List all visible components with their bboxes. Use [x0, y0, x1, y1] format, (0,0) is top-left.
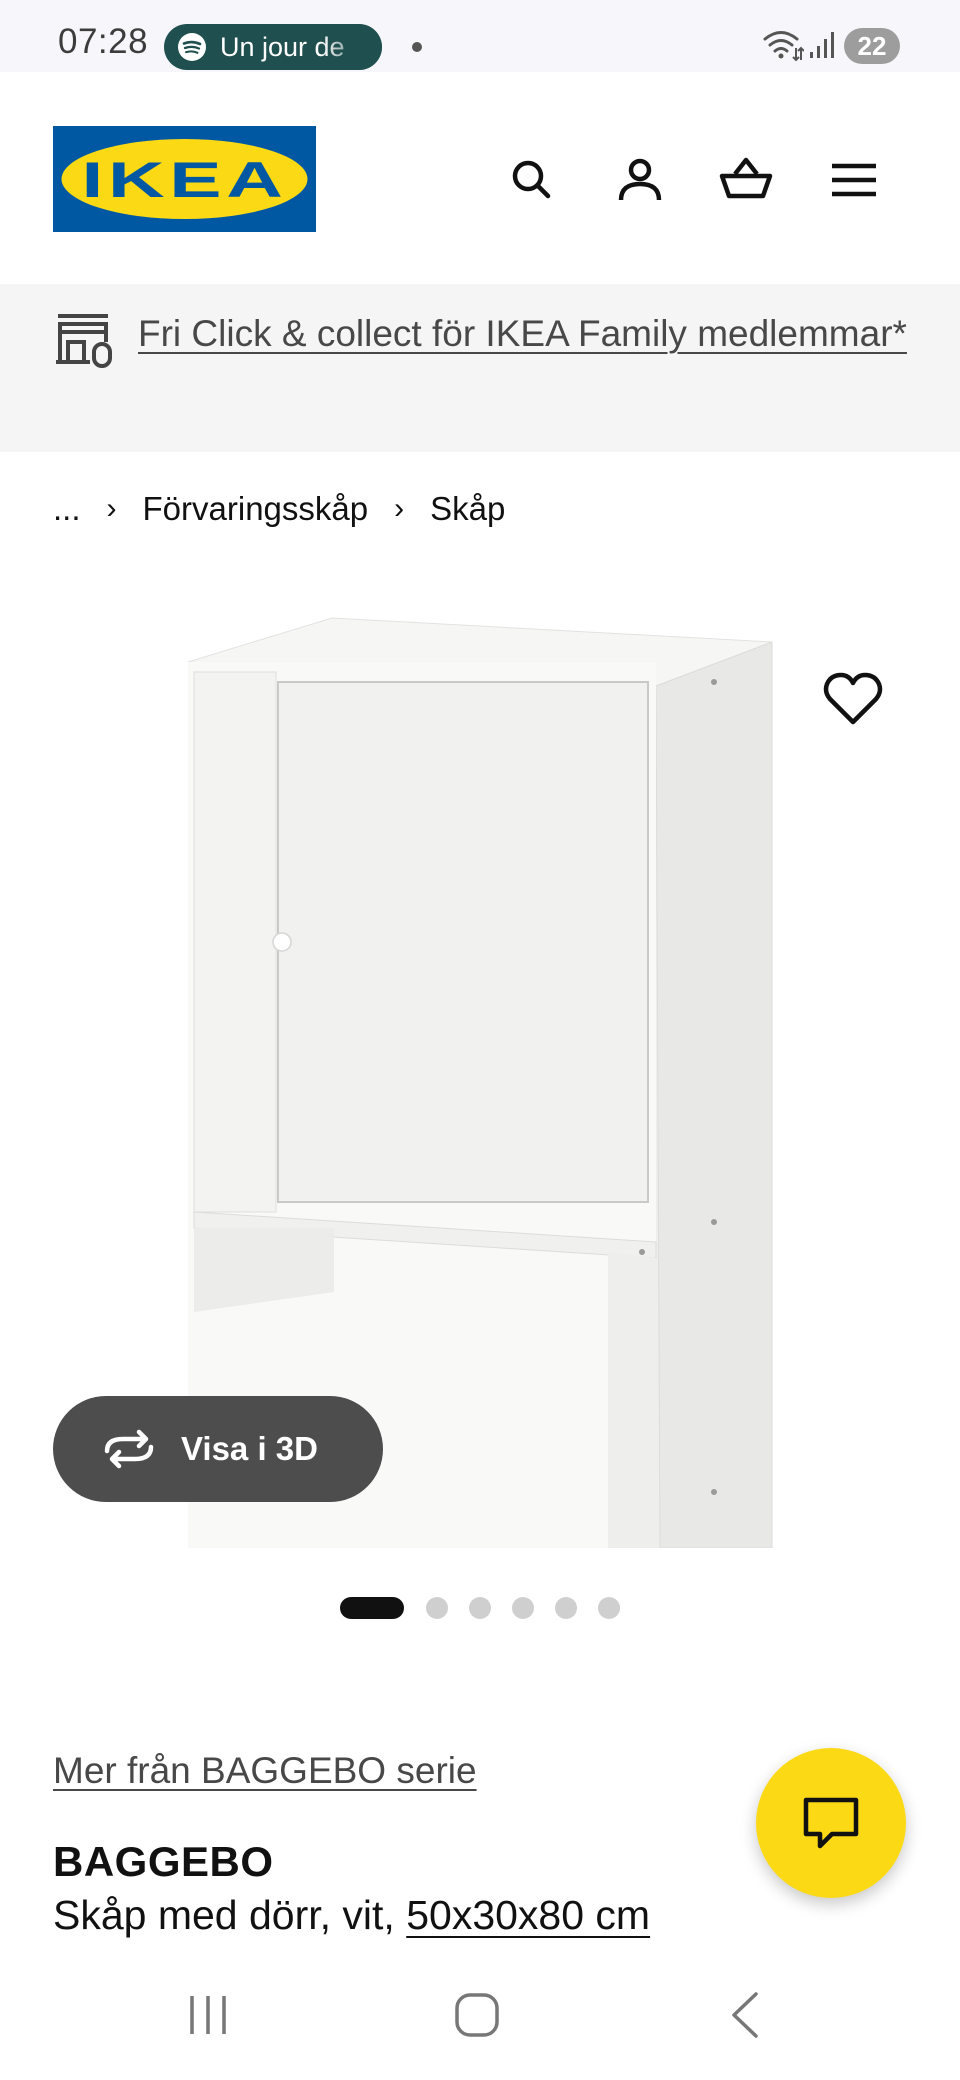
media-playback-pill[interactable]: Un jour de	[164, 24, 382, 70]
promo-banner: Fri Click & collect för IKEA Family medl…	[0, 284, 960, 452]
view-3d-button[interactable]: Visa i 3D	[53, 1396, 383, 1502]
svg-text:IKEA: IKEA	[82, 152, 288, 208]
gallery-dot[interactable]	[555, 1597, 577, 1619]
chat-button[interactable]	[756, 1748, 906, 1898]
system-navigation-bar	[0, 1972, 960, 2080]
breadcrumb-ellipsis[interactable]: ...	[53, 490, 81, 528]
recent-apps-icon[interactable]	[186, 1992, 230, 2038]
menu-icon[interactable]	[826, 152, 882, 208]
signal-icon	[810, 32, 834, 58]
ikea-logo-graphic: IKEA	[53, 126, 316, 232]
gallery-dot[interactable]	[598, 1597, 620, 1619]
product-description: Skåp med dörr, vit, 50x30x80 cm	[53, 1892, 650, 1939]
gallery-dot-active[interactable]	[340, 1597, 404, 1619]
breadcrumb-item-cabinets[interactable]: Skåp	[430, 490, 505, 528]
basket-icon[interactable]	[718, 152, 774, 208]
product-size-link[interactable]: 50x30x80 cm	[406, 1892, 650, 1938]
account-icon[interactable]	[612, 152, 668, 208]
view-3d-label: Visa i 3D	[181, 1430, 318, 1467]
media-fade	[322, 24, 382, 70]
back-icon[interactable]	[726, 1990, 762, 2040]
status-bar: 07:28 Un jour de 22	[0, 0, 960, 72]
home-icon[interactable]	[452, 1990, 502, 2040]
spotify-icon	[178, 33, 206, 61]
product-name: BAGGEBO	[53, 1838, 274, 1885]
product-description-text: Skåp med dörr, vit,	[53, 1892, 407, 1938]
breadcrumb-separator: ›	[394, 492, 405, 525]
gallery-dot[interactable]	[426, 1597, 448, 1619]
series-link[interactable]: Mer från BAGGEBO serie	[53, 1750, 477, 1792]
status-time: 07:28	[58, 22, 149, 61]
search-icon[interactable]	[504, 152, 560, 208]
favorite-heart-icon[interactable]	[822, 670, 884, 728]
breadcrumb: ... › Förvaringsskåp › Skåp	[53, 484, 505, 534]
gallery-dot[interactable]	[512, 1597, 534, 1619]
battery-indicator: 22	[844, 28, 900, 64]
store-pickup-icon	[56, 314, 112, 368]
promo-link[interactable]: Fri Click & collect för IKEA Family medl…	[138, 304, 918, 363]
site-header: IKEA	[0, 72, 960, 284]
chat-icon	[803, 1797, 859, 1849]
ikea-logo[interactable]: IKEA	[53, 126, 316, 232]
gallery-dot[interactable]	[469, 1597, 491, 1619]
breadcrumb-item-storage-cabinets[interactable]: Förvaringsskåp	[143, 490, 369, 528]
wifi-icon	[763, 31, 804, 62]
breadcrumb-separator: ›	[106, 492, 117, 525]
gallery-pagination	[340, 1596, 641, 1620]
rotate-3d-icon	[104, 1429, 154, 1469]
notification-dot	[412, 42, 422, 52]
